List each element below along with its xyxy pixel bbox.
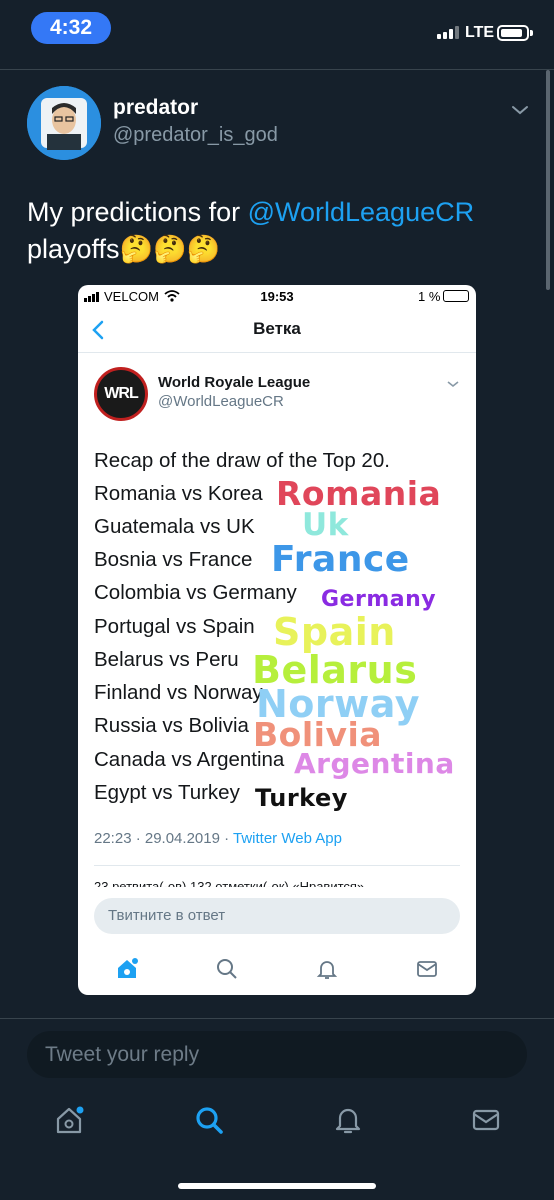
- embedded-chevron-down-icon: [447, 381, 459, 388]
- mention-link[interactable]: @WorldLeagueCR: [248, 197, 475, 227]
- embedded-time: 22:23 · 29.04.2019 ·: [94, 830, 233, 847]
- embedded-stats: 23 ретвита(-ов) 132 отметки(-ок) «Нравит…: [94, 879, 365, 887]
- embedded-status-bar: VELCOM 19:53 1 %: [78, 285, 476, 307]
- search-icon[interactable]: [194, 1104, 224, 1136]
- match-line: Bosnia vs France: [94, 548, 253, 571]
- match-line: Portugal vs Spain: [94, 615, 255, 638]
- match-line: Belarus vs Peru: [94, 648, 239, 671]
- scrollbar[interactable]: [546, 70, 550, 290]
- embedded-account-name: World Royale League: [158, 374, 311, 391]
- embedded-divider: [94, 865, 460, 866]
- prediction-label: Germany: [321, 587, 437, 612]
- home-icon[interactable]: [54, 1104, 84, 1136]
- embedded-nav-title: Ветка: [253, 319, 301, 338]
- prediction-label: France: [271, 539, 410, 580]
- divider: [0, 1018, 554, 1019]
- embedded-messages-icon: [417, 961, 437, 977]
- embedded-clock: 19:53: [260, 289, 294, 304]
- match-line: Colombia vs Germany: [94, 581, 297, 604]
- attached-image[interactable]: VELCOM 19:53 1 % Ветка WRL World Royale …: [78, 285, 476, 995]
- embedded-notifications-icon: [316, 961, 338, 979]
- divider: [0, 69, 554, 70]
- reply-input[interactable]: Tweet your reply: [27, 1031, 527, 1078]
- embedded-battery-percent: 1 %: [418, 289, 441, 304]
- embedded-reply-field: Твитните в ответ: [94, 898, 460, 934]
- author-name[interactable]: predator: [113, 96, 198, 120]
- embedded-tab-bar: [78, 945, 476, 995]
- battery-icon: [497, 25, 533, 41]
- prediction-label: Romania: [276, 474, 442, 513]
- prediction-label: Uk: [302, 507, 349, 543]
- notifications-icon[interactable]: [333, 1104, 363, 1136]
- author-handle[interactable]: @predator_is_god: [113, 124, 278, 147]
- messages-icon[interactable]: [471, 1104, 501, 1136]
- match-line: Finland vs Norway: [94, 681, 263, 704]
- home-indicator[interactable]: [178, 1183, 376, 1189]
- match-line: Russia vs Bolivia: [94, 714, 249, 737]
- embedded-battery-icon: [443, 290, 469, 302]
- network-label: LTE: [465, 24, 495, 41]
- embedded-timestamp: 22:23 · 29.04.2019 · Twitter Web App: [94, 830, 342, 847]
- prediction-label: Argentina: [294, 747, 455, 780]
- match-line: Egypt vs Turkey: [94, 781, 240, 804]
- tweet-text-line2: playoffs🤔🤔🤔: [27, 234, 221, 264]
- status-time[interactable]: 4:32: [31, 12, 111, 44]
- embedded-home-icon: [118, 958, 138, 978]
- match-line: Guatemala vs UK: [94, 515, 255, 538]
- embedded-nav-bar: Ветка: [78, 307, 476, 353]
- tweet-text-prefix: My predictions for: [27, 197, 248, 227]
- signal-icon: [437, 26, 459, 39]
- prediction-label: Turkey: [255, 784, 348, 812]
- embedded-heading: Recap of the draw of the Top 20.: [94, 449, 390, 472]
- embedded-search-icon: [217, 959, 237, 979]
- tweet-text: My predictions for @WorldLeagueCR playof…: [27, 194, 527, 268]
- tab-bar: [0, 1090, 554, 1160]
- status-bar: 4:32 LTE: [0, 0, 554, 60]
- avatar[interactable]: [27, 86, 101, 160]
- embedded-account-handle: @WorldLeagueCR: [158, 393, 284, 410]
- chevron-down-icon[interactable]: [510, 100, 530, 120]
- match-line: Romania vs Korea: [94, 482, 263, 505]
- embedded-source-app: Twitter Web App: [233, 830, 342, 847]
- wrl-logo: WRL: [94, 367, 148, 421]
